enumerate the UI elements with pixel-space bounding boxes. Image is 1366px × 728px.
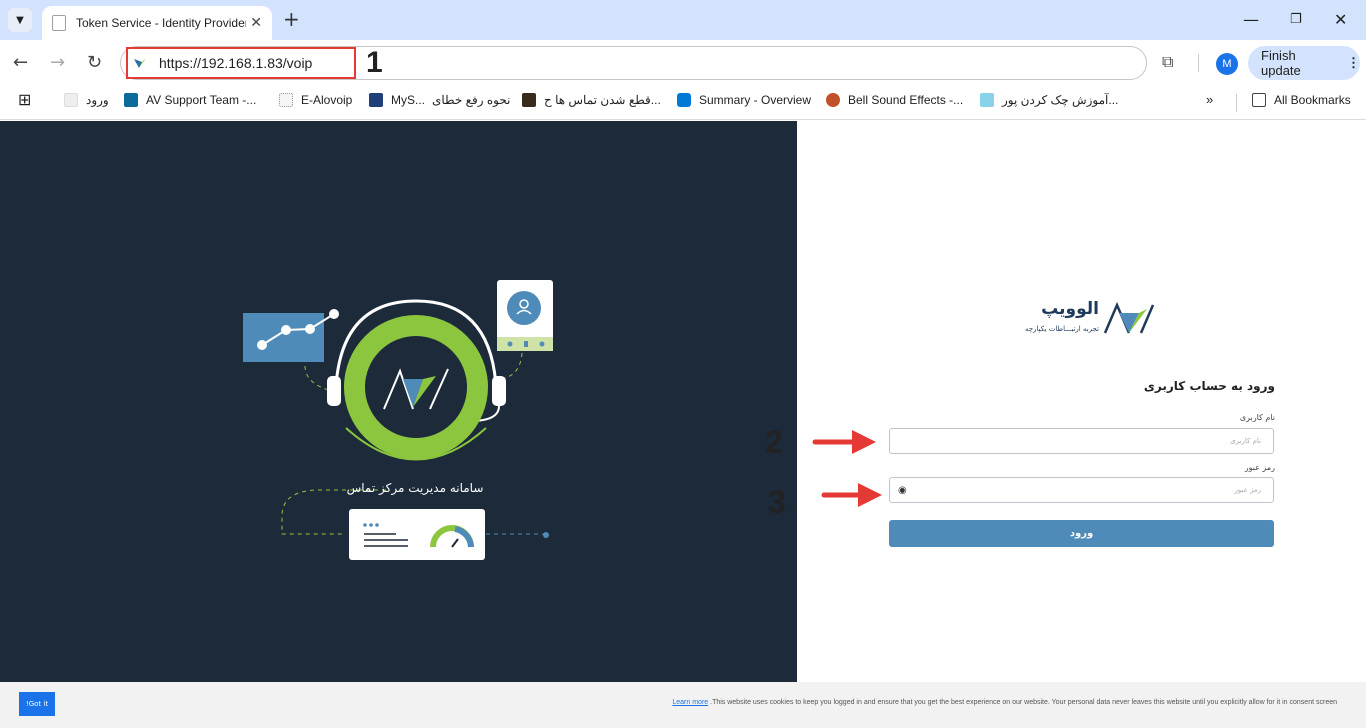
annotation-number-2: 2 xyxy=(765,424,783,460)
active-tab[interactable]: Token Service - Identity Provider ✕ xyxy=(42,6,272,40)
cookie-accept-button[interactable]: !Got it xyxy=(19,692,55,716)
bookmarks-bar: ⊞ ورود AV Support Team -... E-Alovoip My… xyxy=(0,86,1366,120)
learn-more-link[interactable]: Learn more xyxy=(672,699,708,706)
bookmark-label: قطع شدن تماس ها ح... xyxy=(544,93,661,107)
bookmark-item[interactable]: Bell Sound Effects -... xyxy=(826,93,963,107)
finish-update-label: Finish update xyxy=(1261,48,1301,78)
annotation-number-3: 3 xyxy=(768,484,786,520)
dashed-connector xyxy=(495,352,523,380)
bookmark-label: AV Support Team -... xyxy=(146,93,257,107)
toolbar-divider xyxy=(1198,54,1199,72)
status-dot xyxy=(375,523,379,527)
username-placeholder: نام کاربری xyxy=(1230,437,1261,445)
cookie-message: Learn more .This website uses cookies to… xyxy=(672,699,1337,706)
annotation-box-url xyxy=(126,47,356,79)
bell-sound-icon xyxy=(826,93,840,107)
profile-avatar[interactable]: M xyxy=(1216,53,1238,75)
login-title: ورود به حساب کاربری xyxy=(1143,379,1275,393)
more-bookmarks-chevron-icon[interactable]: » xyxy=(1206,92,1213,107)
bookmark-label: All Bookmarks xyxy=(1274,93,1351,107)
striped-logo-icon xyxy=(522,93,536,107)
status-dot xyxy=(369,523,373,527)
bookmark-item[interactable]: Summary - Overview xyxy=(677,93,811,107)
call-center-illustration xyxy=(243,280,553,560)
close-window-button[interactable]: ✕ xyxy=(1334,10,1347,29)
bookmark-item[interactable]: نحوه رفع خطای xyxy=(432,93,510,107)
new-tab-button[interactable]: + xyxy=(283,8,300,30)
apps-grid-icon[interactable]: ⊞ xyxy=(18,90,31,110)
login-button[interactable]: ورود xyxy=(889,520,1274,547)
minimize-button[interactable]: — xyxy=(1243,10,1259,29)
trend-point xyxy=(257,340,267,350)
more-menu-icon[interactable]: ⋮ xyxy=(1347,55,1360,71)
bookmark-label: Bell Sound Effects -... xyxy=(848,93,964,107)
restore-button[interactable]: ❐ xyxy=(1290,12,1302,27)
username-input[interactable]: نام کاربری xyxy=(889,428,1274,454)
bookmark-label: نحوه رفع خطای xyxy=(432,93,511,107)
bookmark-icon xyxy=(524,341,528,347)
password-label: رمز عبور xyxy=(1244,463,1275,472)
bookmarks-divider xyxy=(1236,94,1237,112)
reload-button[interactable]: ↻ xyxy=(87,52,102,73)
bookmark-item[interactable]: AV Support Team -... xyxy=(124,93,256,107)
trend-point xyxy=(305,324,315,334)
extensions-icon[interactable]: ⧉ xyxy=(1162,52,1173,72)
bookmark-item[interactable]: قطع شدن تماس ها ح... xyxy=(522,93,661,107)
brand-name: الوویپ xyxy=(1041,299,1099,319)
dots-icon xyxy=(279,93,293,107)
arrowhead xyxy=(858,483,882,507)
tab-title: Token Service - Identity Provider xyxy=(76,16,246,30)
cube-icon xyxy=(980,93,994,107)
login-panel: الوویپ تجربه ارتبـــاطات یکپارچه ورود به… xyxy=(797,121,1366,682)
connector-dot xyxy=(543,532,549,538)
document-icon xyxy=(52,15,66,31)
tab-strip: ▼ Token Service - Identity Provider ✕ + … xyxy=(0,0,1366,40)
password-placeholder: رمز عبور xyxy=(1234,486,1261,494)
bookmark-item[interactable]: آموزش چک کردن پور... xyxy=(980,93,1118,107)
annotation-number-1: 1 xyxy=(366,46,383,79)
blank-page-icon xyxy=(64,93,78,107)
finish-update-button[interactable]: Finish update ⋮ xyxy=(1248,46,1360,80)
back-button[interactable]: ← xyxy=(13,52,28,73)
headset-earpiece-left xyxy=(327,376,341,406)
cookie-text: .This website uses cookies to keep you l… xyxy=(710,699,1337,706)
bookmark-label: E-Alovoip xyxy=(301,93,353,107)
folder-icon xyxy=(1252,93,1266,107)
headphones-icon xyxy=(539,341,545,347)
illustration-panel: سامانه مدیریت مرکز تماس xyxy=(0,121,797,682)
forward-button[interactable]: → xyxy=(50,52,65,73)
illustration-caption: سامانه مدیریت مرکز تماس xyxy=(346,481,484,495)
av-logo-icon xyxy=(1103,301,1155,334)
all-bookmarks-button[interactable]: All Bookmarks xyxy=(1252,93,1351,107)
heart-icon xyxy=(507,341,513,347)
grid-logo-icon xyxy=(369,93,383,107)
status-dot xyxy=(363,523,367,527)
close-tab-icon[interactable]: ✕ xyxy=(250,15,262,31)
bookmark-label: آموزش چک کردن پور... xyxy=(1002,93,1119,107)
username-label: نام کاربری xyxy=(1239,413,1275,422)
headset-earpiece-right xyxy=(492,376,506,406)
show-password-eye-icon[interactable]: ◉ xyxy=(898,485,907,496)
bookmark-label: ورود xyxy=(86,93,109,107)
cookie-consent-bar: !Got it Learn more .This website uses co… xyxy=(0,682,1366,728)
trend-point xyxy=(281,325,291,335)
bookmark-item[interactable]: MyS... xyxy=(369,93,425,107)
arrowhead xyxy=(852,430,876,454)
tab-search-button[interactable]: ▼ xyxy=(8,8,32,32)
trend-point xyxy=(329,309,339,319)
brand-logo: الوویپ تجربه ارتبـــاطات یکپارچه xyxy=(1007,299,1155,339)
chart-card xyxy=(243,313,324,362)
bookmark-item[interactable]: ورود xyxy=(64,93,109,107)
password-input[interactable]: رمز عبور ◉ xyxy=(889,477,1274,503)
sharepoint-icon xyxy=(124,93,138,107)
azure-devops-icon xyxy=(677,93,691,107)
bookmark-label: Summary - Overview xyxy=(699,93,812,107)
bookmark-item[interactable]: E-Alovoip xyxy=(279,93,352,107)
brand-tagline: تجربه ارتبـــاطات یکپارچه xyxy=(1025,325,1099,333)
bookmark-label: MyS... xyxy=(391,93,426,107)
